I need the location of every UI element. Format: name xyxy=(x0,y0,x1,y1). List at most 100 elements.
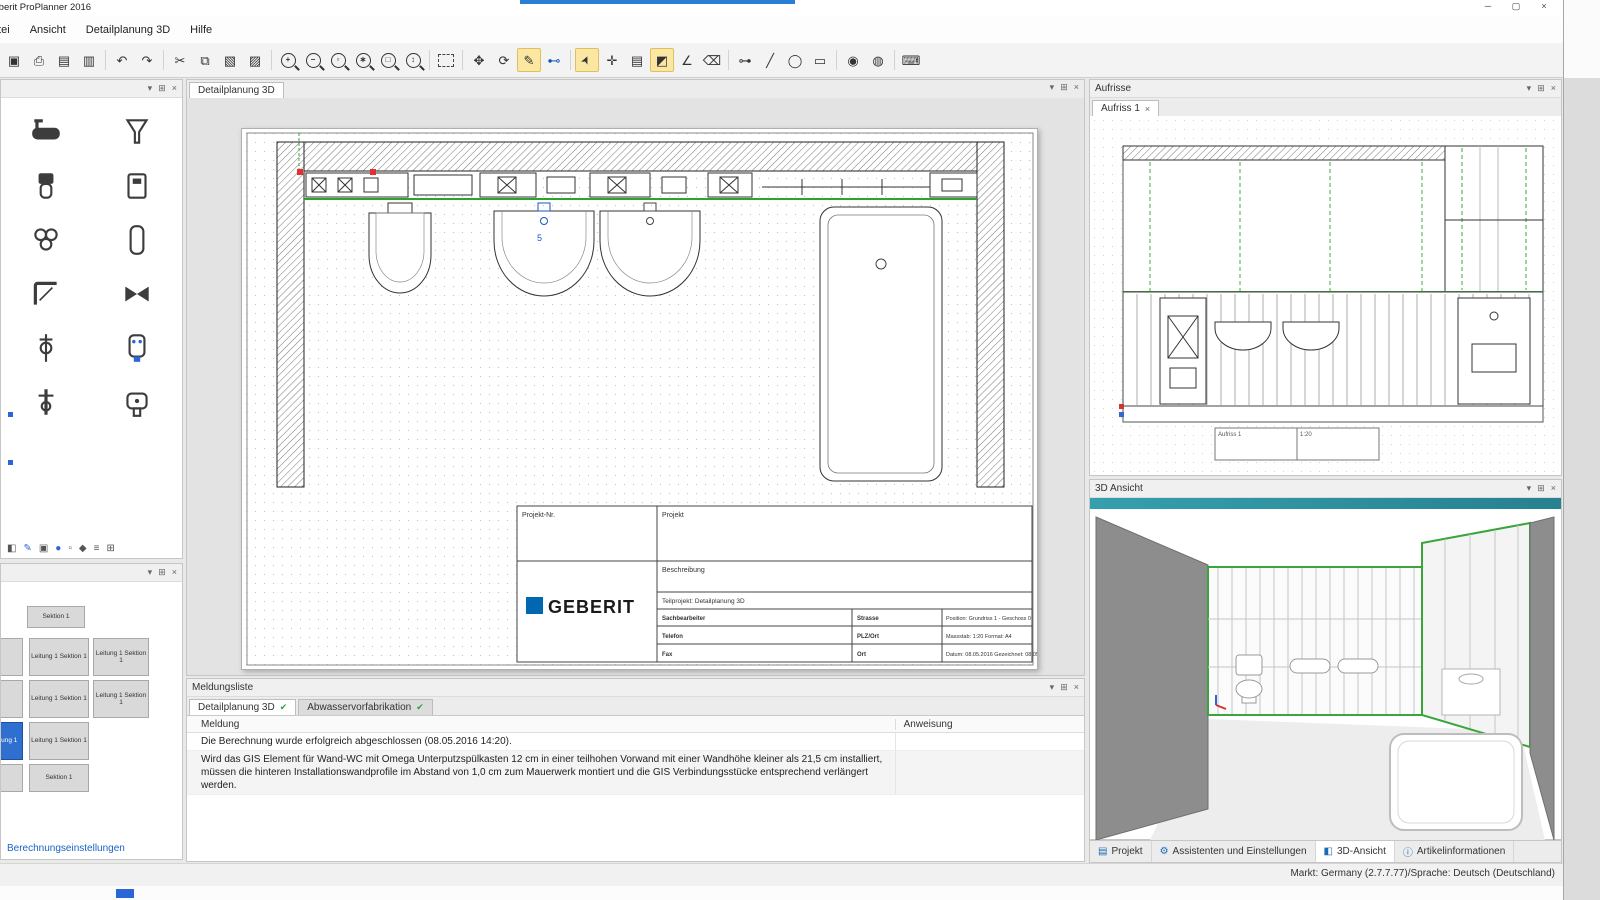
properties-button[interactable]: ▤ xyxy=(625,48,649,72)
calculation-settings-link[interactable]: Berechnungseinstellungen xyxy=(1,840,182,857)
drain-icon[interactable] xyxy=(23,220,69,260)
globe-button[interactable]: ◉ xyxy=(841,48,865,72)
close-icon[interactable]: × xyxy=(1551,84,1556,93)
library-tab-5-icon[interactable]: ▫ xyxy=(68,543,72,554)
pan-button[interactable]: ✥ xyxy=(467,48,491,72)
structure-block-1[interactable] xyxy=(1,638,23,676)
fitting-bend-button[interactable]: ╱ xyxy=(758,48,782,72)
structure-block-8[interactable]: Leitung 1 Sektion 1 xyxy=(29,722,89,760)
pin-icon[interactable]: ▾ xyxy=(148,568,153,577)
cut-button[interactable]: ✂ xyxy=(168,48,192,72)
rotate-view-button[interactable]: ⟳ xyxy=(492,48,516,72)
pin-icon[interactable]: ▾ xyxy=(148,84,153,93)
library-tab-8-icon[interactable]: ⊞ xyxy=(106,543,114,554)
pin-icon[interactable]: ▾ xyxy=(1527,484,1532,493)
structure-block-0[interactable]: Sektion 1 xyxy=(27,606,85,628)
close-icon[interactable]: × xyxy=(1074,83,1079,92)
messages-tab-1[interactable]: Abwasservorfabrikation✔ xyxy=(298,699,432,715)
library-tab-7-icon[interactable]: ≡ xyxy=(94,543,100,554)
washbasin-icon[interactable] xyxy=(114,382,160,422)
float-icon[interactable]: ⊞ xyxy=(1537,84,1545,93)
close-icon[interactable]: × xyxy=(1074,683,1079,692)
drawing-sheet[interactable]: 5 xyxy=(241,128,1038,670)
zoom-page-button[interactable]: □ xyxy=(376,48,400,72)
structure-block-5[interactable]: Leitung 1 Sektion 1 xyxy=(29,680,89,718)
undo-button[interactable]: ↶ xyxy=(110,48,134,72)
close-icon[interactable]: × xyxy=(1551,484,1556,493)
structure-block-10[interactable]: Sektion 1 xyxy=(29,764,89,792)
fitting-rect-button[interactable]: ▭ xyxy=(808,48,832,72)
document-tab[interactable]: Detailplanung 3D xyxy=(189,82,284,98)
move-button[interactable]: ✛ xyxy=(600,48,624,72)
structure-block-7[interactable]: Leitung 1 xyxy=(1,722,23,760)
float-icon[interactable]: ⊞ xyxy=(1060,683,1068,692)
keyboard-button[interactable]: ⌨ xyxy=(899,48,923,72)
menu-item-2[interactable]: Detailplanung 3D xyxy=(76,24,180,36)
menu-item-3[interactable]: Hilfe xyxy=(180,24,222,36)
pin-icon[interactable]: ▾ xyxy=(1527,84,1532,93)
report-button[interactable]: ▥ xyxy=(77,48,101,72)
bottom-tab-2[interactable]: ◧3D-Ansicht xyxy=(1316,841,1395,862)
plan-drawing[interactable]: 5 xyxy=(242,129,1037,669)
float-icon[interactable]: ⊞ xyxy=(158,84,166,93)
erase-button[interactable]: ⌫ xyxy=(700,48,724,72)
library-tab-6-icon[interactable]: ◆ xyxy=(79,543,87,554)
column-header-meldung[interactable]: Meldung xyxy=(187,719,896,730)
lock-button[interactable]: ◍ xyxy=(866,48,890,72)
library-tab-2-icon[interactable]: ✎ xyxy=(23,543,31,554)
zoom-out-button[interactable]: − xyxy=(301,48,325,72)
library-tab-1-icon[interactable]: ◧ xyxy=(7,543,16,554)
title-block[interactable]: Projekt-Nr. Projekt Beschreibung Teilpro… xyxy=(517,506,1037,662)
wc-fixture[interactable] xyxy=(369,203,431,293)
pipe-valve-icon[interactable] xyxy=(23,328,69,368)
elevation-drawing[interactable]: Aufriss 1 1:20 xyxy=(1090,116,1561,476)
redo-button[interactable]: ↷ xyxy=(135,48,159,72)
copy-button[interactable]: ⧉ xyxy=(193,48,217,72)
elevation-canvas[interactable]: Aufriss 1 1:20 xyxy=(1090,116,1561,475)
structure-block-4[interactable] xyxy=(1,680,23,718)
edit-points-button[interactable]: ✎ xyxy=(517,48,541,72)
messages-tab-0[interactable]: Detailplanung 3D✔ xyxy=(189,699,296,715)
connect-elements-button[interactable]: ⊷ xyxy=(542,48,566,72)
selection-handle[interactable] xyxy=(297,169,303,175)
pin-icon[interactable]: ▾ xyxy=(1050,683,1055,692)
select-button[interactable]: ➤ xyxy=(575,48,599,72)
bottom-tab-1[interactable]: ⚙Assistenten und Einstellungen xyxy=(1152,841,1316,862)
window-close-button[interactable]: × xyxy=(1537,1,1551,12)
float-icon[interactable]: ⊞ xyxy=(158,568,166,577)
view3d-canvas[interactable] xyxy=(1090,509,1561,839)
fitting-straight-button[interactable]: ⊶ xyxy=(733,48,757,72)
bottom-tab-3[interactable]: ⓘArtikelinformationen xyxy=(1395,841,1514,862)
washbasin-fixture[interactable] xyxy=(600,203,700,296)
structure-block-6[interactable]: Leitung 1 Sektion 1 xyxy=(93,680,149,718)
smart-connect-button[interactable]: ◩ xyxy=(650,48,674,72)
close-icon[interactable]: × xyxy=(1145,104,1150,114)
menu-item-1[interactable]: Ansicht xyxy=(20,24,76,36)
bathtub-top-icon[interactable] xyxy=(114,220,160,260)
structure-diagram[interactable]: Sektion 1Leitung 1 Sektion 1Leitung 1 Se… xyxy=(1,582,182,814)
print-button[interactable]: ⎙ xyxy=(27,48,51,72)
window-maximize-button[interactable]: ▢ xyxy=(1509,1,1523,12)
shower-corner-icon[interactable] xyxy=(23,274,69,314)
float-icon[interactable]: ⊞ xyxy=(1060,83,1068,92)
zoom-extents-button[interactable]: ↕ xyxy=(401,48,425,72)
paste-button[interactable]: ▧ xyxy=(218,48,242,72)
library-tab-4-icon[interactable]: ● xyxy=(55,543,61,554)
zoom-all-button[interactable]: ∗ xyxy=(351,48,375,72)
structure-block-3[interactable]: Leitung 1 Sektion 1 xyxy=(93,638,149,676)
float-icon[interactable]: ⊞ xyxy=(1537,484,1545,493)
mixer-icon[interactable] xyxy=(23,382,69,422)
elevation-tab[interactable]: Aufriss 1 × xyxy=(1092,100,1159,116)
valve-icon[interactable] xyxy=(114,274,160,314)
urinal-icon[interactable] xyxy=(114,328,160,368)
installation-elements[interactable] xyxy=(306,173,977,197)
urinal-funnel-icon[interactable] xyxy=(114,112,160,152)
washbasin-fixture[interactable]: 5 xyxy=(494,203,594,296)
print-preview-button[interactable]: ▤ xyxy=(52,48,76,72)
structure-block-9[interactable] xyxy=(1,764,23,792)
zoom-in-button[interactable]: + xyxy=(276,48,300,72)
bathtub-fixture[interactable] xyxy=(820,207,942,481)
zoom-window-button[interactable]: ▫ xyxy=(326,48,350,72)
fitting-oval-button[interactable]: ◯ xyxy=(783,48,807,72)
close-icon[interactable]: × xyxy=(172,84,177,93)
